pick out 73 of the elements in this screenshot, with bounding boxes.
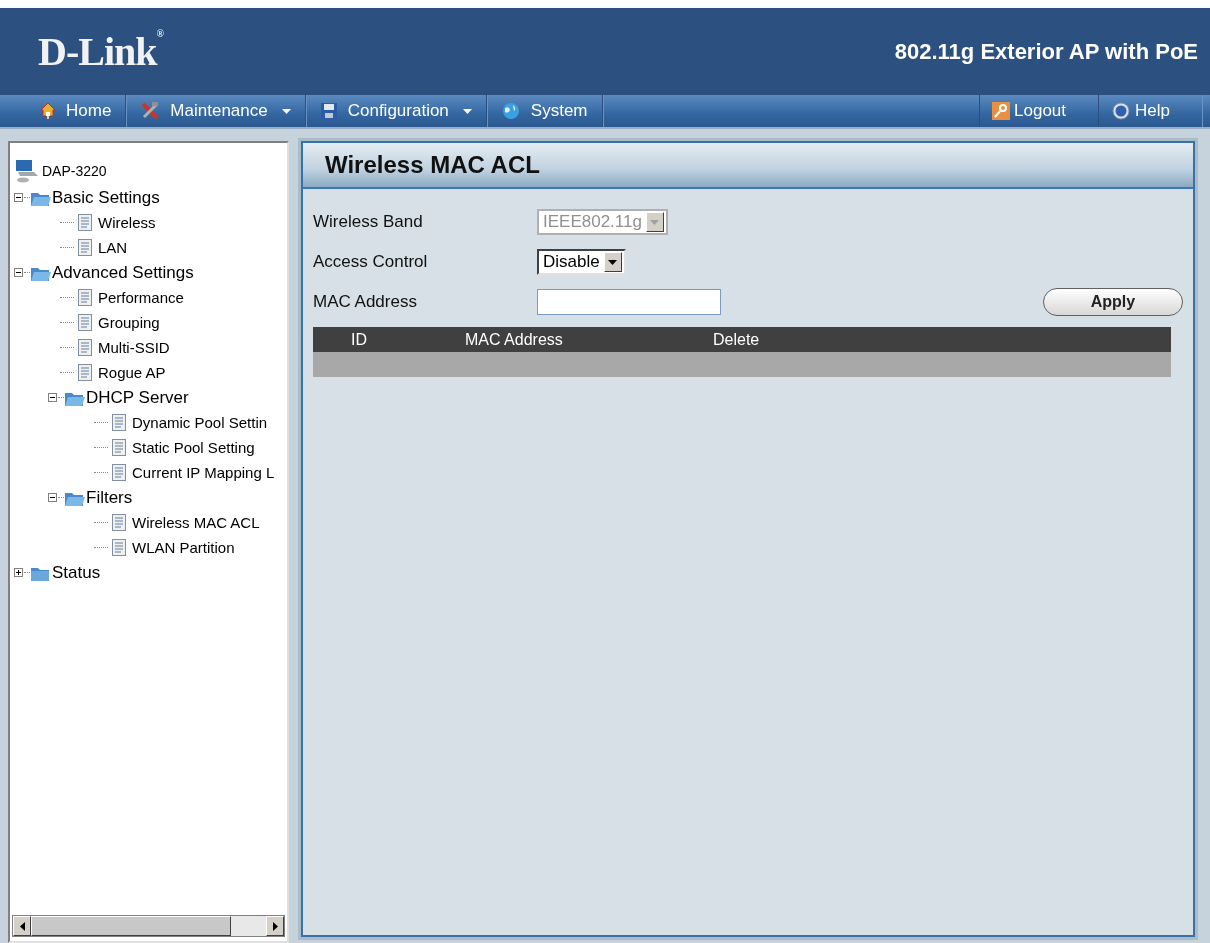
- tree-item[interactable]: Filters: [86, 487, 133, 508]
- field-label: MAC Address: [313, 292, 418, 312]
- menu-item[interactable]: System: [486, 95, 603, 127]
- page-icon: [78, 339, 92, 356]
- menu-item[interactable]: Home: [0, 95, 127, 127]
- column-header: ID: [351, 330, 368, 349]
- caret-icon: [650, 219, 660, 225]
- column-header: MAC Address: [465, 330, 564, 349]
- horizontal-scrollbar[interactable]: [12, 915, 285, 937]
- page-icon: [112, 514, 126, 531]
- page-icon: [78, 314, 92, 331]
- help-icon: [1111, 102, 1132, 120]
- page-icon: [112, 439, 126, 456]
- page-icon: [78, 289, 92, 306]
- tree-item[interactable]: Advanced Settings: [52, 262, 194, 283]
- tree-item[interactable]: Multi-SSID: [98, 339, 170, 356]
- dropdown-arrow-button[interactable]: [603, 252, 622, 272]
- page-icon: [78, 239, 92, 256]
- expand-toggle-icon[interactable]: [14, 568, 23, 577]
- scroll-left-button[interactable]: [13, 916, 31, 936]
- menu-item[interactable]: Configuration: [305, 95, 487, 127]
- scroll-thumb[interactable]: [31, 916, 231, 936]
- collapse-toggle-icon[interactable]: [48, 493, 57, 502]
- dropdown[interactable]: Disable: [537, 249, 626, 275]
- tree-item[interactable]: Current IP Mapping L: [132, 464, 275, 481]
- apply-button[interactable]: Apply: [1043, 288, 1183, 316]
- menu-label[interactable]: Maintenance: [170, 101, 268, 121]
- tree-item[interactable]: Wireless: [98, 214, 156, 231]
- field-label: Wireless Band: [313, 212, 424, 232]
- tree-item[interactable]: Rogue AP: [98, 364, 166, 381]
- menu-label[interactable]: Home: [66, 101, 112, 121]
- left-arrow-icon: [18, 921, 26, 931]
- menu-item[interactable]: Logout: [979, 95, 1099, 127]
- menu-label[interactable]: Configuration: [347, 101, 449, 121]
- collapse-toggle-icon[interactable]: [14, 268, 23, 277]
- mac-address-field[interactable]: [537, 289, 721, 315]
- tree-item[interactable]: Static Pool Setting: [132, 439, 255, 456]
- tree-item[interactable]: DAP-3220: [42, 163, 107, 179]
- tree-item[interactable]: WLAN Partition: [132, 539, 235, 556]
- tree-item[interactable]: Performance: [98, 289, 184, 306]
- tree-item[interactable]: Grouping: [98, 314, 160, 331]
- computer-icon: [14, 159, 40, 183]
- menu-label[interactable]: System: [530, 101, 588, 121]
- tree-item[interactable]: Status: [52, 562, 101, 583]
- caret-icon: [608, 259, 618, 265]
- key-icon: [992, 102, 1011, 120]
- tree-item[interactable]: DHCP Server: [86, 387, 189, 408]
- scroll-right-button[interactable]: [266, 916, 284, 936]
- menu-item[interactable]: Help: [1098, 95, 1202, 127]
- tree-item[interactable]: Wireless MAC ACL: [132, 514, 260, 531]
- collapse-toggle-icon[interactable]: [14, 193, 23, 202]
- dropdown: IEEE802.11g: [537, 209, 668, 235]
- page-icon: [78, 364, 92, 381]
- product-title: 802.11g Exterior AP with PoE: [894, 38, 1198, 65]
- tree-item[interactable]: Dynamic Pool Settin: [132, 414, 268, 431]
- right-arrow-icon: [271, 921, 279, 931]
- tree-item[interactable]: LAN: [98, 239, 128, 256]
- menu-label[interactable]: Help: [1135, 101, 1170, 121]
- home-icon: [40, 102, 56, 120]
- menu-label[interactable]: Logout: [1014, 101, 1067, 121]
- tree-item[interactable]: Basic Settings: [52, 187, 160, 208]
- collapse-toggle-icon[interactable]: [48, 393, 57, 402]
- globe-icon: [500, 102, 521, 120]
- tools-icon: [140, 101, 161, 121]
- page-icon: [112, 414, 126, 431]
- page-icon: [78, 214, 92, 231]
- page-icon: [112, 539, 126, 556]
- logo: D-Link$^{®}$: [38, 28, 163, 75]
- menu-item[interactable]: Maintenance: [126, 95, 306, 127]
- page-icon: [112, 464, 126, 481]
- panel-title: Wireless MAC ACL: [303, 143, 1193, 189]
- field-label: Access Control: [313, 252, 429, 272]
- column-header: Delete: [713, 330, 760, 349]
